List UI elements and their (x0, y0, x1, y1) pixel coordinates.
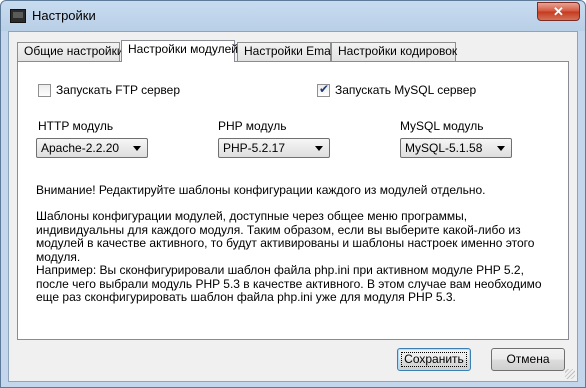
http-module-label: HTTP модуль (38, 119, 114, 133)
http-module-select[interactable]: Apache-2.2.20 (36, 138, 148, 158)
ftp-checkbox-label[interactable]: Запускать FTP сервер (56, 83, 180, 97)
save-button[interactable]: Сохранить (397, 348, 471, 371)
example-text: Например: Вы сконфигурировали шаблон фай… (36, 263, 542, 304)
cancel-button-label: Отмена (506, 352, 550, 366)
mysql-module-label: MySQL модуль (400, 119, 484, 133)
focus-rect (401, 352, 467, 367)
warning-text: Внимание! Редактируйте шаблоны конфигура… (36, 183, 486, 197)
close-button[interactable]: ✕ (537, 2, 580, 21)
title-bar[interactable]: Настройки ✕ (1, 1, 585, 31)
php-module-label: PHP модуль (218, 119, 287, 133)
tab-email[interactable]: Настройки Email (237, 42, 336, 61)
tab-modules[interactable]: Настройки модулей (121, 40, 238, 62)
dialog-body: Общие настройки Настройки модулей Настро… (8, 31, 578, 382)
resize-grip-icon[interactable] (565, 369, 575, 379)
close-icon: ✕ (553, 4, 564, 19)
mysql-checkbox[interactable] (317, 82, 330, 97)
mysql-checkbox-label[interactable]: Запускать MySQL сервер (335, 83, 476, 97)
ftp-checkbox-row[interactable]: Запускать FTP сервер (38, 83, 180, 97)
window-title: Настройки (32, 8, 96, 23)
cancel-button[interactable]: Отмена (491, 348, 565, 371)
tab-encodings[interactable]: Настройки кодировок (331, 42, 457, 61)
tab-general[interactable]: Общие настройки (17, 42, 124, 61)
ftp-checkbox[interactable] (38, 83, 51, 97)
php-module-value: PHP-5.2.17 (223, 141, 286, 155)
mysql-checkbox-row[interactable]: Запускать MySQL сервер (317, 82, 476, 97)
app-icon (10, 9, 26, 23)
modules-panel: Запускать FTP сервер Запускать MySQL сер… (17, 61, 569, 340)
mysql-module-select[interactable]: MySQL-5.1.58 (400, 138, 512, 158)
php-module-select[interactable]: PHP-5.2.17 (218, 138, 330, 158)
chevron-down-icon (315, 146, 323, 151)
mysql-module-value: MySQL-5.1.58 (405, 141, 483, 155)
templates-info-text: Шаблоны конфигурации модулей, доступные … (36, 209, 535, 264)
chevron-down-icon (133, 146, 141, 151)
chevron-down-icon (497, 146, 505, 151)
settings-window: Настройки ✕ Общие настройки Настройки мо… (0, 0, 586, 388)
http-module-value: Apache-2.2.20 (41, 141, 120, 155)
